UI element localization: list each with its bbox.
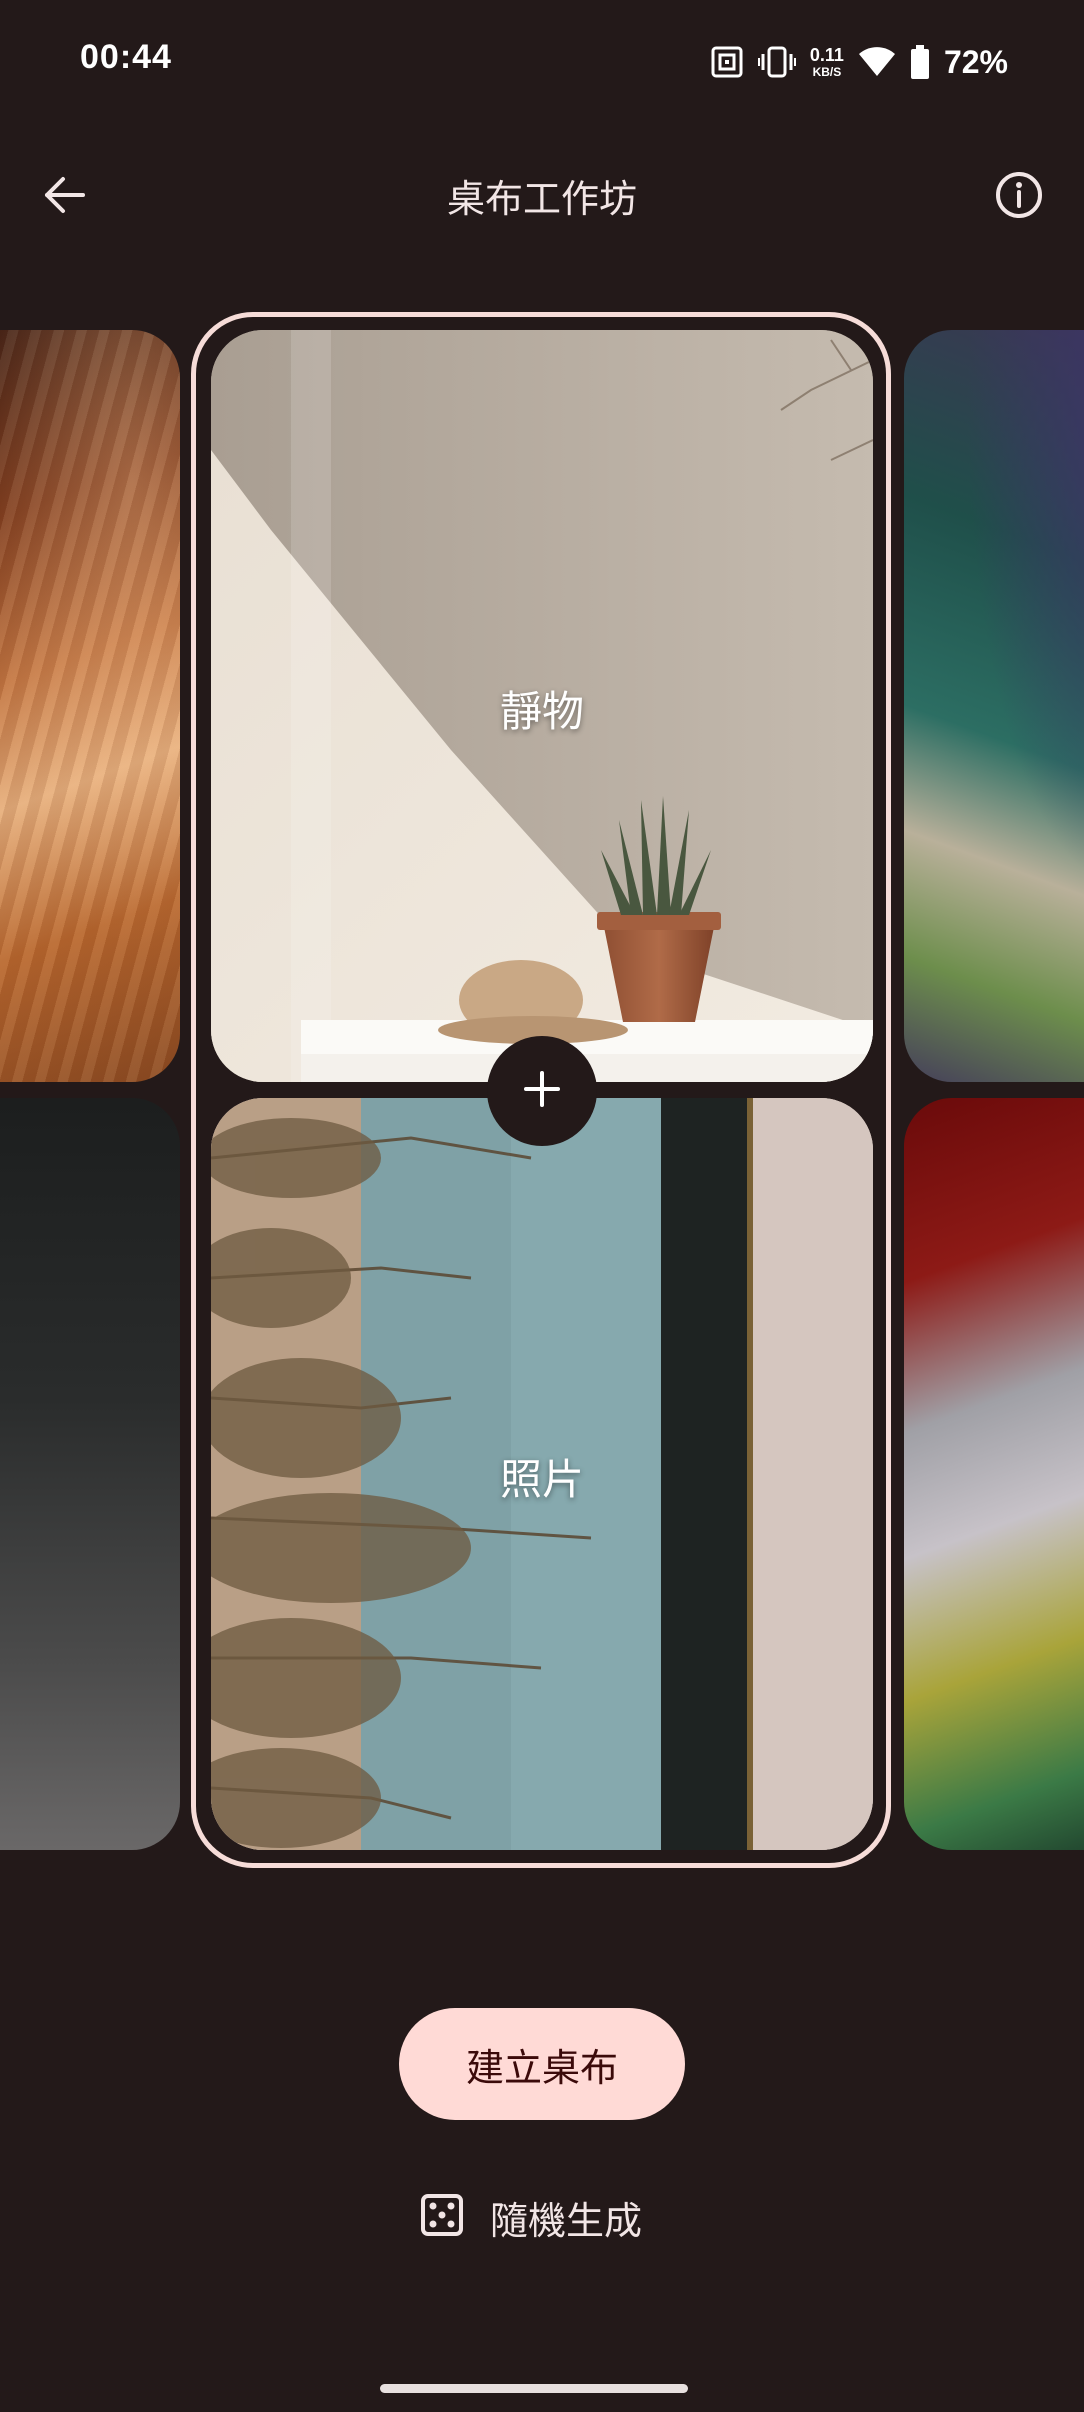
network-speed-value: 0.11 <box>809 45 844 65</box>
create-wallpaper-button[interactable]: 建立桌布 <box>399 2008 685 2120</box>
network-speed-unit: KB/S <box>812 65 842 79</box>
vibrate-icon <box>757 45 796 79</box>
network-speed: 0.11 KB/S <box>810 46 844 78</box>
info-button[interactable] <box>984 162 1054 232</box>
add-button[interactable] <box>487 1036 597 1146</box>
side-preview-right-bottom[interactable] <box>904 1098 1084 1850</box>
side-preview-left-top[interactable] <box>0 330 180 1082</box>
status-icons: 0.11 KB/S 72% <box>710 36 1008 88</box>
top-app-bar: 桌布工作坊 <box>0 140 1084 250</box>
wallpaper-workshop-screen: 00:44 0.11 KB/S 72% 桌布工作坊 靜物 照片 建立桌布 隨機生… <box>0 0 1084 2412</box>
plus-icon <box>522 1069 562 1113</box>
nfc-icon <box>710 45 744 79</box>
side-preview-left-bottom[interactable] <box>0 1098 180 1850</box>
wifi-icon <box>858 46 896 78</box>
dice-icon <box>420 2193 464 2241</box>
battery-percent: 72% <box>943 43 1008 80</box>
battery-icon <box>910 45 930 79</box>
photo-label: 照片 <box>499 1455 584 1504</box>
photo-card[interactable]: 照片 <box>211 1098 873 1850</box>
status-bar: 00:44 0.11 KB/S 72% <box>0 0 1084 120</box>
still-life-card[interactable]: 靜物 <box>211 330 873 1082</box>
info-icon <box>994 170 1044 224</box>
randomize-label: 隨機生成 <box>490 2198 643 2243</box>
home-indicator[interactable] <box>380 2384 688 2393</box>
side-preview-right-top[interactable] <box>904 330 1084 1082</box>
page-title: 桌布工作坊 <box>446 177 637 221</box>
still-life-label: 靜物 <box>499 687 584 736</box>
status-time: 00:44 <box>80 38 172 76</box>
randomize-button[interactable]: 隨機生成 <box>420 2180 680 2254</box>
